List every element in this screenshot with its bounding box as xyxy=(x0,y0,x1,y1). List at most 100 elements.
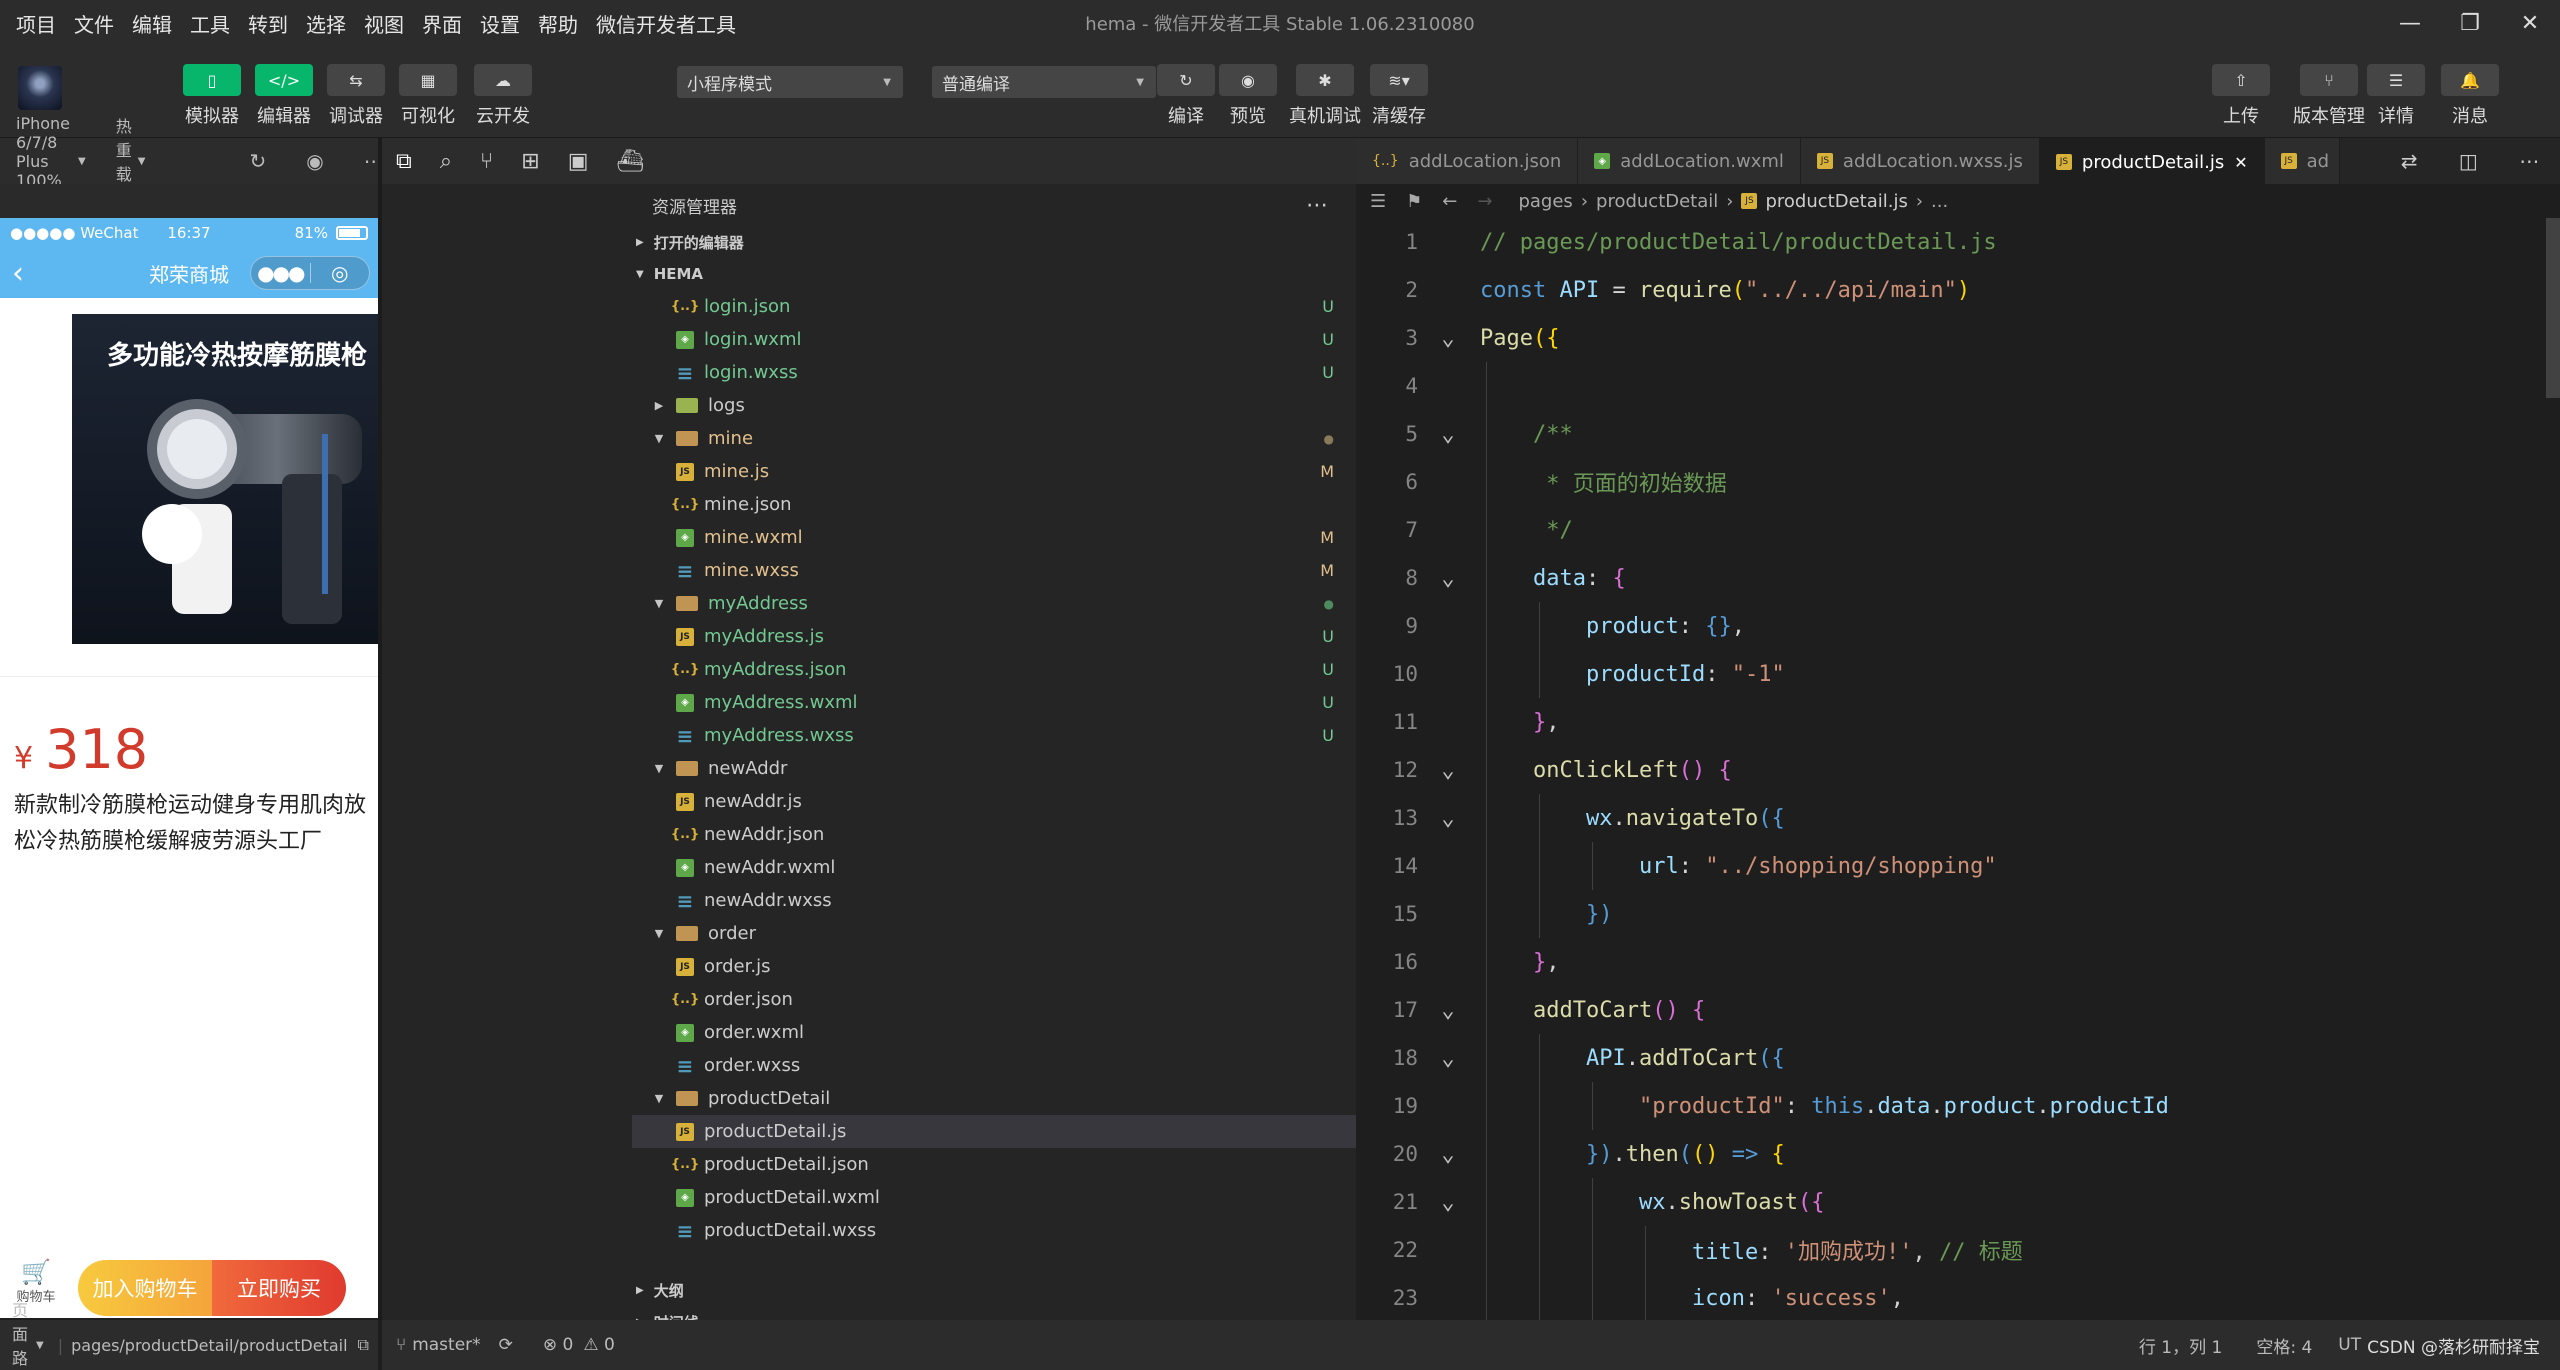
code-line[interactable]: 8 ⌄ data: { xyxy=(1356,554,2560,602)
menu-item[interactable]: 转到 xyxy=(248,9,288,38)
tree-file[interactable]: ◈ newAddr.wxml xyxy=(632,851,1356,884)
page-path-label[interactable]: 页面路径 xyxy=(12,1297,28,1370)
compare-icon[interactable]: ⇄ xyxy=(2401,149,2418,173)
code-line[interactable]: 2 const API = require("../../api/main") xyxy=(1356,266,2560,314)
minimize-icon[interactable]: — xyxy=(2380,0,2440,46)
menu-item[interactable]: 微信开发者工具 xyxy=(596,9,736,38)
code-line[interactable]: 23 icon: 'success', xyxy=(1356,1274,2560,1320)
debugger-button[interactable]: ⇆ 调试器 xyxy=(327,64,385,128)
product-image[interactable]: 多功能冷热按摩筋膜枪 xyxy=(72,314,378,644)
compile-select[interactable]: 普通编译 ▼ xyxy=(932,66,1156,98)
tree-file[interactable]: ◈ myAddress.wxml U xyxy=(632,686,1356,719)
errors-count[interactable]: ⊗ 0 xyxy=(543,1335,573,1355)
forward-arrow-icon[interactable]: → xyxy=(1477,191,1492,212)
outline-section[interactable]: ▶ 大纲 xyxy=(632,1274,684,1306)
code-line[interactable]: 15}) xyxy=(1356,890,2560,938)
back-arrow-icon[interactable]: ← xyxy=(1442,191,1457,212)
simulator-button[interactable]: ▯ 模拟器 xyxy=(183,64,241,128)
code-line[interactable]: 16}, xyxy=(1356,938,2560,986)
code-line[interactable]: 7 */ xyxy=(1356,506,2560,554)
fold-chevron-icon[interactable]: ⌄ xyxy=(1428,1190,1468,1215)
breadcrumb-item[interactable]: pages xyxy=(1518,191,1572,212)
code-line[interactable]: 19 "productId": this.data.product.product… xyxy=(1356,1082,2560,1130)
source-control-icon[interactable]: ⑂ xyxy=(480,149,493,174)
menu-item[interactable]: 工具 xyxy=(190,9,230,38)
close-mini-program-icon[interactable]: ◎ xyxy=(311,261,370,285)
code-line[interactable]: 9 product: {}, xyxy=(1356,602,2560,650)
code-line[interactable]: 17 ⌄ addToCart() { xyxy=(1356,986,2560,1034)
fold-chevron-icon[interactable]: ⌄ xyxy=(1428,422,1468,447)
code-line[interactable]: 22 title: '加购成功!', // 标题 xyxy=(1356,1226,2560,1274)
tree-file[interactable]: JS myAddress.js U xyxy=(632,620,1356,653)
cloud-button[interactable]: ☁ 云开发 xyxy=(474,64,532,128)
list-icon[interactable]: ☰ xyxy=(1370,191,1386,212)
tree-file[interactable]: JS newAddr.js xyxy=(632,785,1356,818)
tree-file[interactable]: ◈ login.wxml U xyxy=(632,323,1356,356)
fold-chevron-icon[interactable]: ⌄ xyxy=(1428,998,1468,1023)
tree-folder[interactable]: ▼ newAddr xyxy=(632,752,1356,785)
fold-chevron-icon[interactable]: ⌄ xyxy=(1428,758,1468,783)
menu-item[interactable]: 帮助 xyxy=(538,9,578,38)
tree-file[interactable]: ≡ myAddress.wxss U xyxy=(632,719,1356,752)
more-icon[interactable]: ⋯ xyxy=(1306,193,1328,218)
code-line[interactable]: 11}, xyxy=(1356,698,2560,746)
fold-chevron-icon[interactable]: ⌄ xyxy=(1428,1142,1468,1167)
code-line[interactable]: 21 ⌄ wx.showToast({ xyxy=(1356,1178,2560,1226)
restore-icon[interactable]: ❐ xyxy=(2440,0,2500,46)
more-dots-icon[interactable]: ●●● xyxy=(251,261,310,285)
code-line[interactable]: 14 url: "../shopping/shopping" xyxy=(1356,842,2560,890)
fold-chevron-icon[interactable]: ⌄ xyxy=(1428,326,1468,351)
tree-file[interactable]: {..} myAddress.json U xyxy=(632,653,1356,686)
tree-folder[interactable]: ▶ logs xyxy=(632,389,1356,422)
code-line[interactable]: 13 ⌄ wx.navigateTo({ xyxy=(1356,794,2560,842)
code-line[interactable]: 12 ⌄ onClickLeft() { xyxy=(1356,746,2560,794)
tree-file[interactable]: ≡ login.wxss U xyxy=(632,356,1356,389)
add-to-cart-button[interactable]: 加入购物车 xyxy=(78,1260,212,1316)
avatar[interactable] xyxy=(18,66,62,110)
tree-folder[interactable]: ▼ order xyxy=(632,917,1356,950)
more-icon[interactable]: ⋯ xyxy=(2519,149,2539,173)
close-icon[interactable]: ✕ xyxy=(2500,0,2560,46)
cursor-position[interactable]: 行 1，列 1 xyxy=(2139,1333,2222,1358)
fold-chevron-icon[interactable]: ⌄ xyxy=(1428,1046,1468,1071)
indent-setting[interactable]: 空格: 4 xyxy=(2256,1333,2312,1358)
menu-item[interactable]: 界面 xyxy=(422,9,462,38)
tree-file[interactable]: {..} order.json xyxy=(632,983,1356,1016)
menu-item[interactable]: 设置 xyxy=(480,9,520,38)
tree-file[interactable]: {..} mine.json xyxy=(632,488,1356,521)
tree-file[interactable]: JS productDetail.js xyxy=(632,1115,1356,1148)
tree-file[interactable]: ≡ mine.wxss M xyxy=(632,554,1356,587)
preview-button[interactable]: ◉ 预览 xyxy=(1219,64,1277,128)
search-icon[interactable]: ⌕ xyxy=(440,149,452,174)
tree-file[interactable]: JS order.js xyxy=(632,950,1356,983)
copy-icon[interactable]: ⧉ xyxy=(358,1335,369,1355)
tree-folder[interactable]: ▼ myAddress ● xyxy=(632,587,1356,620)
tree-file[interactable]: {..} productDetail.json xyxy=(632,1148,1356,1181)
back-icon[interactable]: ‹ xyxy=(12,256,24,291)
visual-button[interactable]: ▦ 可视化 xyxy=(399,64,457,128)
tree-file[interactable]: ◈ order.wxml xyxy=(632,1016,1356,1049)
scrollbar-thumb[interactable] xyxy=(2546,218,2560,398)
breadcrumb-item[interactable]: productDetail.js xyxy=(1765,191,1907,212)
files-icon[interactable]: ⧉ xyxy=(396,149,412,174)
editor-tab[interactable]: JS addLocation.wxss.js xyxy=(1800,138,2040,184)
git-branch[interactable]: master* xyxy=(412,1335,480,1355)
details-button[interactable]: ☰ 详情 xyxy=(2367,64,2425,128)
mode-select[interactable]: 小程序模式 ▼ xyxy=(677,66,903,98)
upload-button[interactable]: ⇧ 上传 xyxy=(2212,64,2270,128)
editor-tab[interactable]: {..} addLocation.json xyxy=(1356,138,1579,184)
editor-tab[interactable]: JS ad xyxy=(2264,138,2341,184)
tree-file[interactable]: ≡ newAddr.wxss xyxy=(632,884,1356,917)
breadcrumb-item[interactable]: ... xyxy=(1931,191,1948,212)
editor-button[interactable]: </> 编辑器 xyxy=(255,64,313,128)
tree-file[interactable]: JS mine.js M xyxy=(632,455,1356,488)
editor-tab[interactable]: ◈ addLocation.wxml xyxy=(1578,138,1801,184)
messages-button[interactable]: 🔔 消息 xyxy=(2441,64,2499,128)
code-line[interactable]: 20 ⌄}).then(() => { xyxy=(1356,1130,2560,1178)
code-line[interactable]: 18 ⌄ API.addToCart({ xyxy=(1356,1034,2560,1082)
split-editor-icon[interactable]: ◫ xyxy=(2459,149,2478,173)
code-line[interactable]: 6 * 页面的初始数据 xyxy=(1356,458,2560,506)
tree-file[interactable]: {..} login.json U xyxy=(632,290,1356,323)
editor-scrollbar[interactable] xyxy=(2546,218,2560,1320)
warnings-count[interactable]: ⚠ 0 xyxy=(583,1335,614,1355)
